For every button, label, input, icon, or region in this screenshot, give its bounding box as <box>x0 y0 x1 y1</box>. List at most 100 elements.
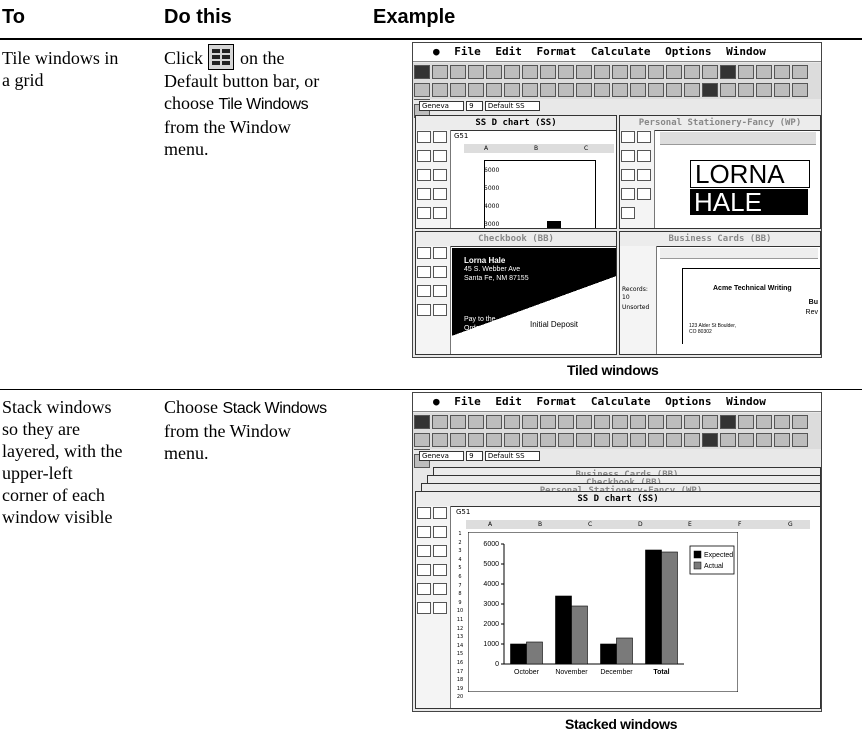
mini-chart: 6000 5000 4000 3000 <box>484 160 596 228</box>
row-number: 13 <box>456 634 464 641</box>
menu-bar: ● File Edit Format Calculate Options Win… <box>413 393 821 412</box>
legend-label: Expected <box>704 552 733 559</box>
menu-edit[interactable]: Edit <box>495 45 522 58</box>
size-select[interactable]: 9 <box>466 101 483 111</box>
bar-actual <box>571 605 588 665</box>
row2-to: Stack windows so they are layered, with … <box>2 396 162 528</box>
row1-to-line: Tile windows in <box>2 48 119 68</box>
row-number: 19 <box>456 685 464 692</box>
y-tick-label: 2000 <box>483 621 499 628</box>
menu-options[interactable]: Options <box>665 45 711 58</box>
row-number: 14 <box>456 642 464 649</box>
check-pay-to: Pay to the <box>464 316 496 323</box>
check-order-of: Order of <box>464 325 490 332</box>
row1-do-line: choose Tile Windows <box>164 92 374 116</box>
font-select[interactable]: Geneva <box>419 451 464 461</box>
tool-palette <box>416 130 451 228</box>
size-select[interactable]: 9 <box>466 451 483 461</box>
bar-expected <box>555 595 572 665</box>
table-header: To Do this Example <box>0 0 862 37</box>
row1-do-text: on the <box>240 48 285 68</box>
apple-icon: ● <box>433 395 440 408</box>
column-headers: A B C <box>464 144 614 153</box>
tile-windows-command: Tile Windows <box>218 96 309 113</box>
check-graphic: Lorna Hale 45 S. Webber Ave Santa Fe, NM… <box>452 248 616 348</box>
ruler <box>660 132 816 145</box>
window-checkbook[interactable]: Checkbook (BB) Lorna Hale 45 S. Webber A… <box>415 231 617 355</box>
row1-do-line: Click on the <box>164 44 374 70</box>
row-number: 3 <box>458 548 462 555</box>
records-sort-status: Unsorted <box>622 304 650 311</box>
style-select[interactable]: Default SS <box>484 451 540 461</box>
button-bar-2 <box>413 81 821 118</box>
format-bar: Geneva 9 Default SS <box>419 450 540 462</box>
window-title: Personal Stationery-Fancy (WP) <box>620 116 820 131</box>
row-number: 20 <box>456 694 464 701</box>
x-tick-label: October <box>514 669 540 676</box>
records-panel: Records: 10 Unsorted <box>620 246 657 354</box>
menu-format[interactable]: Format <box>537 45 577 58</box>
header-do-this: Do this <box>164 6 232 28</box>
row2-to-line: layered, with the <box>2 441 123 461</box>
letterhead-last-name: HALE <box>690 189 808 215</box>
row-headers: 1 2 3 4 5 6 7 8 9 10 11 12 13 14 15 16 17 18 19 20 <box>454 530 466 702</box>
row2-do-line: from the Window <box>164 421 291 441</box>
row-number: 5 <box>458 565 462 572</box>
menu-options[interactable]: Options <box>665 395 711 408</box>
row1-do-text: Click <box>164 48 203 68</box>
row-number: 1 <box>458 531 462 537</box>
stacked-windows-screenshot: ● File Edit Format Calculate Options Win… <box>412 392 822 712</box>
business-card: Acme Technical Writing 123 Alder St Boul… <box>682 268 820 344</box>
menu-window[interactable]: Window <box>726 395 766 408</box>
x-tick-label: December <box>600 669 633 676</box>
window-business-cards[interactable]: Business Cards (BB) Records: 10 Unsorted… <box>619 231 821 355</box>
menu-file[interactable]: File <box>454 45 481 58</box>
bar-actual <box>526 641 543 665</box>
row-number: 12 <box>456 625 464 632</box>
menu-file[interactable]: File <box>454 395 481 408</box>
apple-icon: ● <box>433 45 440 58</box>
tiled-caption: Tiled windows <box>567 362 659 378</box>
y-tick-label: 1000 <box>483 641 499 648</box>
menu-calculate[interactable]: Calculate <box>591 45 651 58</box>
card-company: Acme Technical Writing <box>713 285 792 292</box>
menu-bar: ● File Edit Format Calculate Options Win… <box>413 43 821 62</box>
button-bar-1 <box>413 413 821 450</box>
y-tick-label: 3000 <box>483 601 499 608</box>
row1-to-line: a grid <box>2 70 44 90</box>
menu-window[interactable]: Window <box>726 45 766 58</box>
check-address: Santa Fe, NM 87155 <box>464 275 529 282</box>
check-initial-deposit: Initial Deposit <box>530 320 579 329</box>
row-number: 10 <box>456 608 464 615</box>
font-select[interactable]: Geneva <box>419 101 464 111</box>
row-number: 2 <box>458 539 462 546</box>
x-tick-label: Total <box>653 669 669 676</box>
cell-reference: G51 <box>456 508 471 516</box>
row2-do-line: Choose Stack Windows <box>164 396 374 420</box>
row2-to-line: so they are <box>2 419 80 439</box>
window-personal-stationery[interactable]: Personal Stationery-Fancy (WP) LORNA HAL… <box>619 115 821 229</box>
menu-edit[interactable]: Edit <box>495 395 522 408</box>
window-title: SS D chart (SS) <box>416 492 820 507</box>
stacked-chart: 0 1000 2000 3000 4000 5000 6000 October November… <box>468 532 738 692</box>
style-select[interactable]: Default SS <box>484 101 540 111</box>
menu-format[interactable]: Format <box>537 395 577 408</box>
records-label: Records: <box>622 286 648 293</box>
window-ss-chart[interactable]: SS D chart (SS) G51 A B C 6000 5000 4000… <box>415 115 617 229</box>
menu-calculate[interactable]: Calculate <box>591 395 651 408</box>
legend-swatch-expected <box>693 550 702 559</box>
row-number: 16 <box>456 659 464 666</box>
bar-actual <box>616 637 633 665</box>
letterhead-first-name: LORNA <box>690 160 810 188</box>
row-number: 9 <box>458 599 462 606</box>
bar-expected <box>600 643 617 665</box>
letterhead: LORNA HALE <box>690 160 810 215</box>
tiled-windows-screenshot: ● File Edit Format Calculate Options Win… <box>412 42 822 358</box>
row2-do-this: Choose Stack Windows from the Window men… <box>164 396 374 464</box>
row1-to: Tile windows in a grid <box>2 47 162 91</box>
row-number: 6 <box>458 573 462 580</box>
check-address: 45 S. Webber Ave <box>464 266 521 273</box>
window-ss-chart[interactable]: SS D chart (SS) G51 A B C D E F G 123456… <box>415 491 821 709</box>
format-bar: Geneva 9 Default SS <box>419 100 540 112</box>
row-number: 7 <box>458 582 462 589</box>
